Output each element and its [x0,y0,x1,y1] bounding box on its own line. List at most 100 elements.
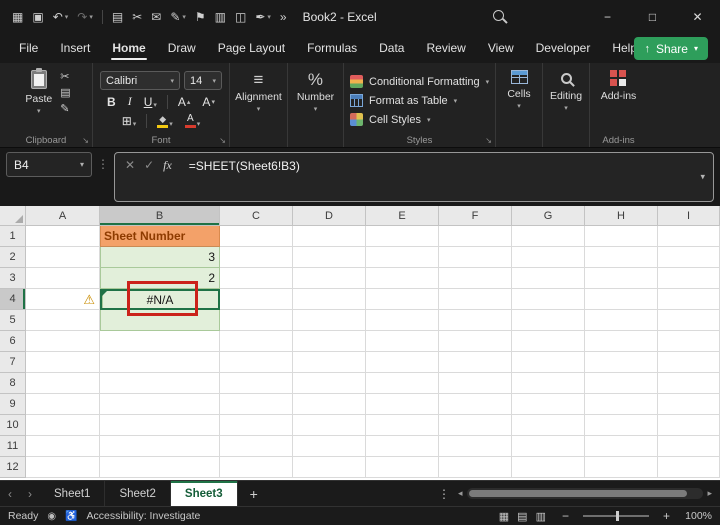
grid-cell[interactable] [439,268,512,289]
grid-cell[interactable] [439,457,512,478]
previous-sheet-icon[interactable]: ‹ [0,481,20,506]
cell-B2[interactable]: 3 [100,247,220,268]
sheet-tab-sheet1[interactable]: Sheet1 [40,481,106,506]
menu-tab-view[interactable]: View [477,34,525,62]
minimize-button[interactable]: − [585,0,630,33]
row-header-7[interactable]: 7 [0,352,26,373]
page-break-view-icon[interactable]: ▥ [532,510,550,523]
menu-tab-page-layout[interactable]: Page Layout [207,34,296,62]
grid-cell[interactable] [26,268,100,289]
grid-cell[interactable] [585,226,658,247]
column-header-F[interactable]: F [439,206,512,226]
grid-cell[interactable] [585,457,658,478]
grid-cell[interactable] [26,373,100,394]
borders-button[interactable]: ⊞ ▾ [118,113,141,129]
grid-cell[interactable] [293,394,366,415]
grid-cell[interactable] [100,352,220,373]
grid-cell[interactable] [220,331,293,352]
dialog-launcher-icon[interactable]: ↘ [219,136,226,145]
cell-B4[interactable]: #N/A [100,289,220,310]
next-sheet-icon[interactable]: › [20,481,40,506]
copy-icon[interactable]: ▤ [108,7,127,27]
scrollbar-track[interactable] [466,488,704,499]
menu-tab-insert[interactable]: Insert [49,34,101,62]
grid-cell[interactable] [366,415,439,436]
sheet-tab-sheet3[interactable]: Sheet3 [170,481,238,506]
ink-icon[interactable]: ✒ ▾ [251,7,275,27]
grid-cell[interactable] [100,373,220,394]
alignment-button[interactable]: ≡ Alignment ▾ [231,68,286,132]
grid-cell[interactable] [26,394,100,415]
cells-button[interactable]: Cells ▾ [503,68,534,132]
formula-input[interactable]: ✕ ✓ fx =SHEET(Sheet6!B3) ▾ [114,152,714,202]
row-header-12[interactable]: 12 [0,457,26,478]
pen-icon[interactable]: ✎ ▾ [166,7,190,27]
camera-icon[interactable]: ◫ [231,7,250,27]
grid-cell[interactable] [293,289,366,310]
grid-cell[interactable] [512,268,585,289]
grid-cell[interactable] [512,289,585,310]
name-box[interactable]: B4 ▾ [6,152,92,177]
formula-bar-handle[interactable]: ⋮ [97,157,109,171]
grid-cell[interactable] [293,310,366,331]
grid-cell[interactable] [658,436,720,457]
grid-cell[interactable] [512,436,585,457]
fill-color-button[interactable]: ◆ ▾ [153,113,177,129]
grid-cell[interactable] [512,373,585,394]
number-button[interactable]: % Number ▾ [293,68,338,132]
column-header-E[interactable]: E [366,206,439,226]
grid-cell[interactable] [585,436,658,457]
row-header-3[interactable]: 3 [0,268,26,289]
menu-tab-review[interactable]: Review [415,34,476,62]
expand-formula-bar-icon[interactable]: ▾ [700,172,705,183]
normal-view-icon[interactable]: ▦ [495,510,513,523]
row-header-6[interactable]: 6 [0,331,26,352]
redo-icon[interactable]: ↷ ▾ [73,7,97,27]
grid-cell[interactable] [293,436,366,457]
bold-button[interactable]: B [103,94,120,110]
grid-cell[interactable] [585,289,658,310]
dialog-launcher-icon[interactable]: ↘ [82,136,89,145]
row-header-2[interactable]: 2 [0,247,26,268]
grid-cell[interactable] [439,310,512,331]
grid-cell[interactable] [439,394,512,415]
grid-cell[interactable] [100,436,220,457]
grid-cell[interactable] [26,310,100,331]
grid-cell[interactable] [658,310,720,331]
zoom-out-button[interactable]: − [559,509,572,523]
macro-record-icon[interactable]: ◉ [47,511,56,522]
grid-cell[interactable] [585,331,658,352]
row-header-9[interactable]: 9 [0,394,26,415]
grid-cell[interactable] [512,352,585,373]
grid-cell[interactable] [220,247,293,268]
row-header-10[interactable]: 10 [0,415,26,436]
overflow-icon[interactable]: » [276,7,291,27]
grid-cell[interactable] [26,247,100,268]
grid-cell[interactable] [439,436,512,457]
grid-cell[interactable] [100,331,220,352]
editing-button[interactable]: Editing ▾ [546,68,586,132]
grid-cell[interactable] [585,310,658,331]
grid-cell[interactable] [585,247,658,268]
font-color-button[interactable]: A ▾ [181,113,205,129]
cell-styles-button[interactable]: Cell Styles ▾ [348,111,491,128]
zoom-slider[interactable] [582,511,649,521]
grid-cell[interactable] [366,268,439,289]
grid-cell[interactable] [512,457,585,478]
grid-cell[interactable] [100,394,220,415]
grid-cell[interactable] [366,394,439,415]
sheet-tab-menu-icon[interactable]: ⋮ [430,481,458,506]
grid-cell[interactable] [658,457,720,478]
scroll-left-icon[interactable]: ◂ [458,488,463,499]
grid-cell[interactable] [439,247,512,268]
font-size-select[interactable]: 14 ▾ [184,71,222,90]
save-icon[interactable]: ▣ [28,7,47,27]
grid-cell[interactable] [658,289,720,310]
conditional-formatting-button[interactable]: Conditional Formatting ▾ [348,73,491,90]
row-header-11[interactable]: 11 [0,436,26,457]
grid-cell[interactable] [220,352,293,373]
search-icon[interactable] [493,10,504,21]
cut-icon[interactable]: ✂ [128,7,146,27]
grid-cell[interactable] [658,268,720,289]
grid-cell[interactable] [293,226,366,247]
